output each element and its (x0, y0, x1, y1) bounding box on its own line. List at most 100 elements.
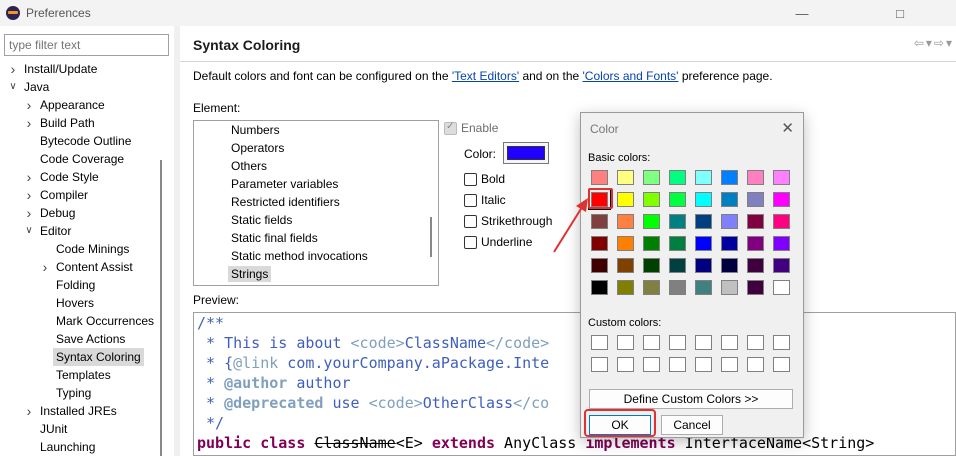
tree-item[interactable]: › Installed JREs (0, 402, 154, 420)
chevron-right-icon[interactable]: › (24, 96, 34, 114)
basic-color-swatch[interactable] (695, 258, 712, 273)
basic-color-swatch[interactable] (773, 214, 790, 229)
basic-color-swatch[interactable] (721, 192, 738, 207)
element-list-item[interactable]: Others (194, 157, 438, 175)
back-menu-icon[interactable]: ▾ (926, 36, 932, 50)
tree-item[interactable]: Hovers (0, 294, 154, 312)
basic-color-swatch[interactable] (747, 258, 764, 273)
custom-color-swatch[interactable] (591, 357, 608, 372)
element-list-item[interactable]: Static final fields (194, 229, 438, 247)
back-icon[interactable]: ⇦ (914, 36, 924, 50)
cancel-button[interactable]: Cancel (661, 415, 723, 435)
basic-color-swatch[interactable] (643, 280, 660, 295)
basic-color-swatch[interactable] (591, 280, 608, 295)
custom-color-swatch[interactable] (643, 357, 660, 372)
tree-item[interactable]: Launching (0, 438, 154, 456)
basic-color-swatch[interactable] (695, 236, 712, 251)
tree-item[interactable]: Typing (0, 384, 154, 402)
tree-item[interactable]: Templates (0, 366, 154, 384)
enable-checkbox[interactable]: Enable (444, 121, 498, 135)
tree-item[interactable]: › Compiler (0, 186, 154, 204)
tree-item[interactable]: Code Coverage (0, 150, 154, 168)
custom-color-swatch[interactable] (695, 357, 712, 372)
element-list[interactable]: Numbers Operators Others Parameter variable… (193, 120, 439, 286)
tree-item[interactable]: ∨ Java (0, 78, 154, 96)
tree-item[interactable]: ∨ Editor (0, 222, 154, 240)
custom-color-swatch[interactable] (747, 357, 764, 372)
basic-color-swatch[interactable] (721, 170, 738, 185)
basic-color-swatch[interactable] (773, 258, 790, 273)
basic-color-swatch[interactable] (617, 236, 634, 251)
custom-color-swatch[interactable] (617, 357, 634, 372)
custom-color-swatch[interactable] (669, 357, 686, 372)
chevron-right-icon[interactable]: › (40, 258, 50, 276)
basic-color-swatch[interactable] (643, 170, 660, 185)
basic-color-swatch[interactable] (747, 214, 764, 229)
custom-color-swatch[interactable] (721, 335, 738, 350)
basic-color-swatch[interactable] (747, 236, 764, 251)
basic-color-swatch[interactable] (617, 258, 634, 273)
basic-color-swatch[interactable] (695, 170, 712, 185)
element-list-item[interactable]: Numbers (194, 121, 438, 139)
element-list-item[interactable]: Restricted identifiers (194, 193, 438, 211)
tree-item[interactable]: › Content Assist (0, 258, 154, 276)
basic-color-swatch[interactable] (721, 236, 738, 251)
basic-color-swatch[interactable] (747, 280, 764, 295)
custom-color-swatch[interactable] (669, 335, 686, 350)
tree-item[interactable]: › Appearance (0, 96, 154, 114)
basic-color-swatch[interactable] (617, 280, 634, 295)
forward-icon[interactable]: ⇨ (934, 36, 944, 50)
element-list-item[interactable]: Static fields (194, 211, 438, 229)
tree-scrollbar[interactable] (157, 60, 165, 456)
basic-color-swatch[interactable] (747, 170, 764, 185)
tree-item[interactable]: › Code Style (0, 168, 154, 186)
custom-color-swatch[interactable] (591, 335, 608, 350)
basic-color-swatch[interactable] (617, 170, 634, 185)
tree-item[interactable]: Syntax Coloring (0, 348, 154, 366)
element-list-item[interactable]: Strings (194, 265, 438, 283)
underline-checkbox[interactable]: Underline (464, 235, 532, 249)
basic-color-swatch[interactable] (721, 280, 738, 295)
basic-color-swatch[interactable] (643, 192, 660, 207)
chevron-right-icon[interactable]: › (24, 186, 34, 204)
close-icon[interactable]: ✕ (781, 119, 794, 137)
basic-color-swatch[interactable] (721, 258, 738, 273)
basic-color-swatch[interactable] (721, 214, 738, 229)
element-list-item[interactable]: Parameter variables (194, 175, 438, 193)
basic-color-swatch[interactable] (695, 192, 712, 207)
basic-color-swatch[interactable] (773, 170, 790, 185)
color-button[interactable] (503, 142, 549, 164)
basic-color-swatch[interactable] (773, 280, 790, 295)
tree-item[interactable]: Folding (0, 276, 154, 294)
element-list-item[interactable]: Operators (194, 139, 438, 157)
element-list-scrollbar[interactable] (430, 217, 432, 257)
custom-color-swatch[interactable] (721, 357, 738, 372)
chevron-down-icon[interactable]: ∨ (24, 222, 34, 240)
basic-color-swatch[interactable] (669, 214, 686, 229)
custom-color-swatch[interactable] (643, 335, 660, 350)
basic-color-swatch[interactable] (747, 192, 764, 207)
strikethrough-checkbox[interactable]: Strikethrough (464, 214, 552, 228)
basic-color-swatch[interactable] (669, 280, 686, 295)
tree-item[interactable]: › Debug (0, 204, 154, 222)
text-editors-link[interactable]: 'Text Editors' (452, 69, 519, 83)
minimize-icon[interactable]: — (780, 0, 824, 26)
basic-color-swatch[interactable] (591, 170, 608, 185)
custom-color-swatch[interactable] (617, 335, 634, 350)
tree-item[interactable]: › Install/Update (0, 60, 154, 78)
basic-color-swatch[interactable] (669, 236, 686, 251)
custom-color-swatch[interactable] (695, 335, 712, 350)
tree-item[interactable]: Bytecode Outline (0, 132, 154, 150)
basic-color-swatch[interactable] (643, 236, 660, 251)
basic-color-swatch[interactable] (643, 214, 660, 229)
chevron-right-icon[interactable]: › (8, 60, 18, 78)
maximize-icon[interactable]: □ (878, 0, 922, 26)
colors-and-fonts-link[interactable]: 'Colors and Fonts' (583, 69, 679, 83)
define-custom-colors-button[interactable]: Define Custom Colors >> (589, 389, 793, 409)
basic-color-swatch[interactable] (669, 170, 686, 185)
chevron-right-icon[interactable]: › (24, 204, 34, 222)
filter-input[interactable] (4, 34, 169, 56)
tree-item[interactable]: Code Minings (0, 240, 154, 258)
custom-color-swatch[interactable] (747, 335, 764, 350)
basic-color-swatch[interactable] (695, 214, 712, 229)
